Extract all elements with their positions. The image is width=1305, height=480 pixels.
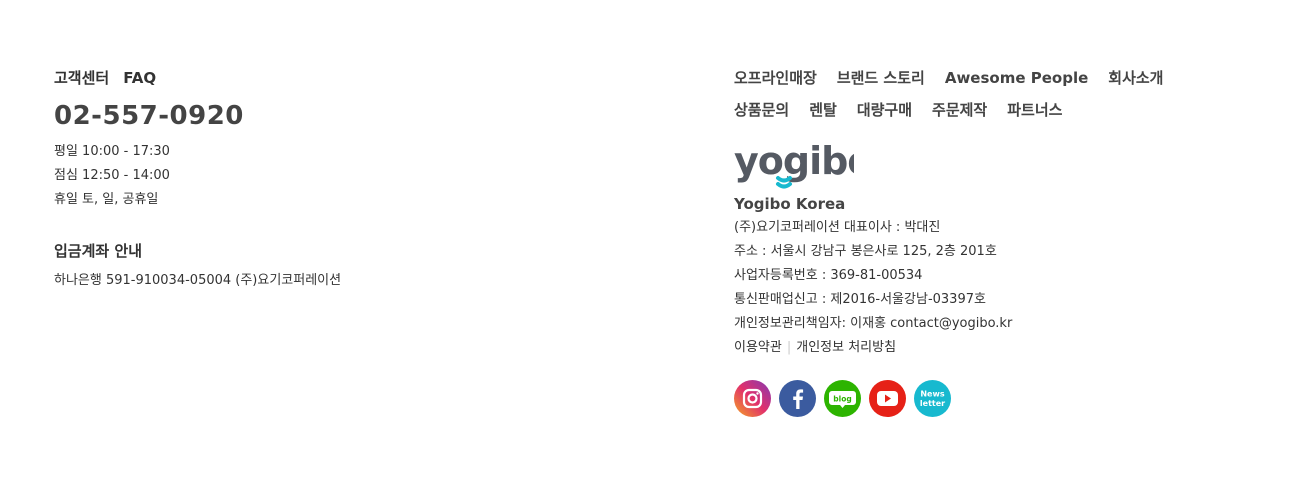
phone-number: 02-557-0920: [54, 101, 244, 131]
svg-text:letter: letter: [920, 399, 945, 408]
facebook-icon[interactable]: [779, 380, 816, 417]
nav-company-intro[interactable]: 회사소개: [1108, 66, 1163, 90]
nav-custom-order[interactable]: 주문제작: [932, 98, 987, 122]
company-name: Yogibo Korea: [734, 195, 846, 213]
policy-links: 이용약관 | 개인정보 처리방침: [734, 336, 1274, 360]
hours-weekday: 평일 10:00 - 17:30: [54, 144, 170, 159]
company-info: (주)요기코퍼레이션 대표이사 : 박대진 주소 : 서울시 강남구 봉은사로 …: [734, 216, 1274, 336]
hours-lunch: 점심 12:50 - 14:00: [54, 168, 170, 183]
business-registration: 사업자등록번호 : 369-81-00534: [734, 268, 923, 283]
customer-center-link[interactable]: 고객센터: [54, 69, 109, 87]
yogibo-logo[interactable]: yogibo: [734, 139, 873, 190]
youtube-icon[interactable]: [869, 380, 906, 417]
blog-icon[interactable]: blog: [824, 380, 861, 417]
svg-text:yogibo: yogibo: [734, 140, 854, 183]
customer-center-section: 고객센터 FAQ 02-557-0920 평일 10:00 - 17:30 점심 …: [54, 66, 574, 293]
faq-link[interactable]: FAQ: [123, 69, 156, 87]
mail-order-registration: 통신판매업신고 : 제2016-서울강남-03397호: [734, 292, 986, 307]
hours-holiday: 휴일 토, 일, 공휴일: [54, 192, 159, 207]
business-hours: 평일 10:00 - 17:30 점심 12:50 - 14:00 휴일 토, …: [54, 140, 574, 212]
svg-text:blog: blog: [833, 395, 851, 404]
company-address: 주소 : 서울시 강남구 봉은사로 125, 2층 201호: [734, 244, 997, 259]
bank-account-title: 입금계좌 안내: [54, 242, 143, 260]
nav-offline-store[interactable]: 오프라인매장: [734, 66, 817, 90]
company-ceo: (주)요기코퍼레이션 대표이사 : 박대진: [734, 220, 941, 235]
nav-partners[interactable]: 파트너스: [1007, 98, 1062, 122]
footer-nav: 오프라인매장 브랜드 스토리 Awesome People 회사소개 상품문의 렌탈 대량…: [734, 66, 1274, 122]
site-footer: 고객센터 FAQ 02-557-0920 평일 10:00 - 17:30 점심 …: [0, 0, 1305, 480]
instagram-icon[interactable]: [734, 380, 771, 417]
policy-separator: |: [786, 340, 792, 355]
privacy-policy-link[interactable]: 개인정보 처리방침: [796, 340, 896, 355]
terms-link[interactable]: 이용약관: [734, 340, 782, 355]
privacy-officer: 개인정보관리책임자: 이재홍 contact@yogibo.kr: [734, 316, 1013, 331]
nav-awesome-people[interactable]: Awesome People: [945, 66, 1088, 90]
customer-center-header: 고객센터 FAQ: [54, 66, 574, 90]
nav-brand-story[interactable]: 브랜드 스토리: [837, 66, 925, 90]
svg-text:News: News: [920, 390, 945, 399]
nav-rental[interactable]: 렌탈: [809, 98, 837, 122]
nav-bulk-purchase[interactable]: 대량구매: [857, 98, 912, 122]
bank-account-info: 하나은행 591-910034-05004 (주)요기코퍼레이션: [54, 273, 342, 288]
company-section: 오프라인매장 브랜드 스토리 Awesome People 회사소개 상품문의 렌탈 대량…: [734, 66, 1274, 417]
social-links: blog News letter: [734, 380, 1274, 417]
newsletter-icon[interactable]: News letter: [914, 380, 951, 417]
nav-product-inquiry[interactable]: 상품문의: [734, 98, 789, 122]
